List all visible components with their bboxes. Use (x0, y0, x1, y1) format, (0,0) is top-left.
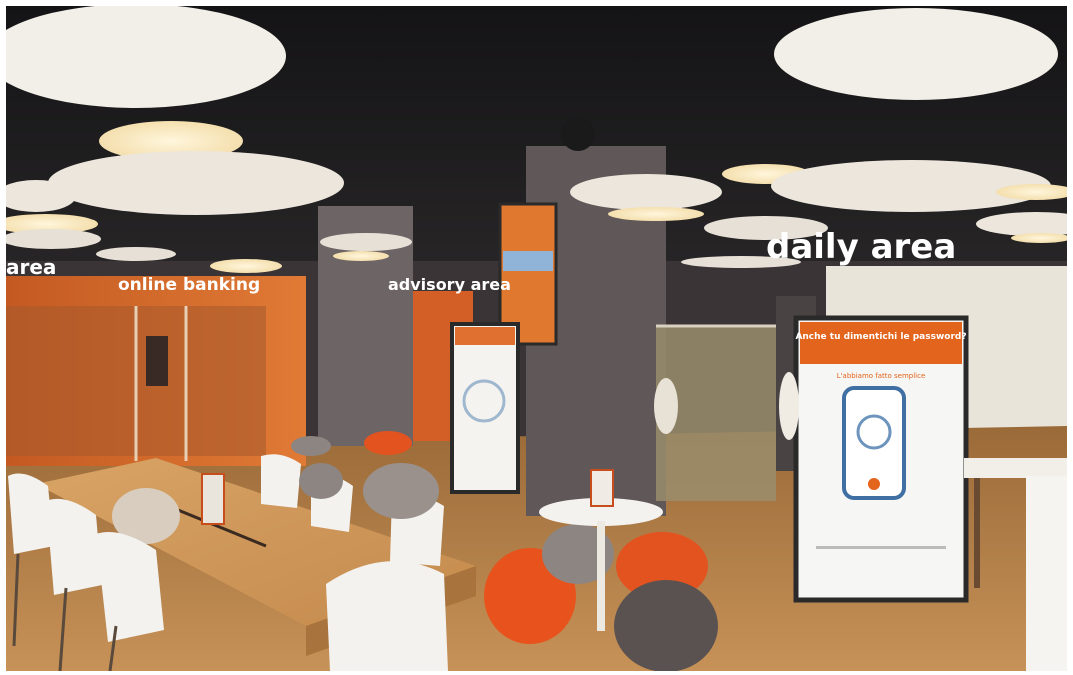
right-board (1026, 476, 1067, 671)
right-desk (964, 458, 1067, 478)
sign-advisory-area: advisory area (388, 275, 511, 294)
password-poster: Anche tu dimentichi le password? L'abbia… (793, 315, 969, 603)
poster-left (450, 322, 520, 494)
person (654, 378, 678, 434)
poster-subline: L'abbiamo fatto semplice (837, 372, 926, 380)
poster-headline: Anche tu dimentichi le password? (795, 332, 966, 342)
side-table-sign (590, 469, 614, 507)
sign-daily-area: daily area (766, 227, 956, 267)
table-sign (201, 473, 225, 525)
photo-canvas: area online banking advisory area daily … (6, 6, 1067, 671)
security-camera (561, 117, 595, 151)
sign-area: area (6, 255, 56, 279)
office-door (146, 336, 168, 386)
bank-interior-photo: area online banking advisory area daily … (6, 6, 1067, 671)
person (779, 372, 799, 440)
sign-online-banking: online banking (118, 275, 260, 295)
